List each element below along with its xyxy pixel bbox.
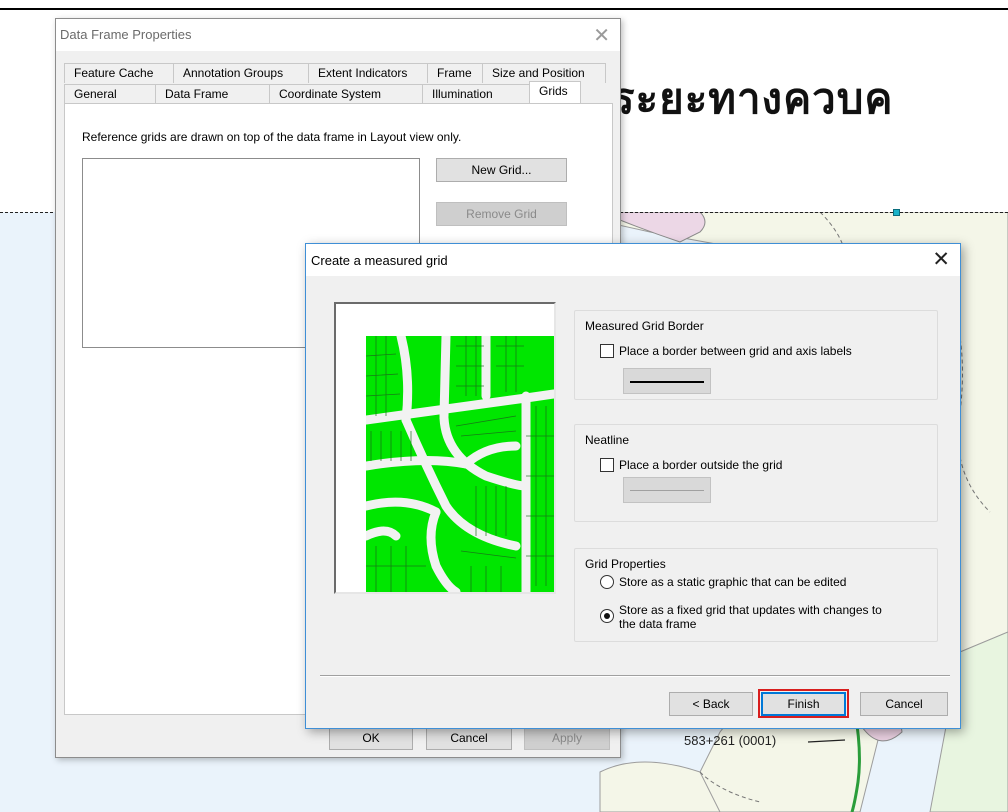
dialog-title: Create a measured grid: [311, 253, 448, 268]
tab-grids[interactable]: Grids: [529, 81, 581, 104]
grid-preview: [334, 302, 556, 594]
fixed-grid-label-line1: Store as a fixed grid that updates with …: [619, 603, 882, 617]
border-checkbox-label: Place a border between grid and axis lab…: [619, 344, 852, 358]
slide-top-rule: [0, 8, 1008, 10]
neatline-checkbox-label: Place a border outside the grid: [619, 458, 783, 472]
ok-button[interactable]: OK: [329, 726, 413, 750]
tab-illumination[interactable]: Illumination: [422, 84, 530, 104]
tab-data-frame[interactable]: Data Frame: [155, 84, 270, 104]
border-checkbox[interactable]: [600, 344, 614, 358]
tab-row-2: General Data Frame Coordinate System Ill…: [64, 81, 581, 104]
static-graphic-radio[interactable]: [600, 575, 614, 589]
footer-divider: [320, 675, 950, 677]
remove-grid-button[interactable]: Remove Grid: [436, 202, 567, 226]
tab-row-1: Feature Cache Annotation Groups Extent I…: [64, 63, 606, 83]
close-icon[interactable]: ✕: [932, 247, 950, 272]
neatline-checkbox[interactable]: [600, 458, 614, 472]
tab-annotation-groups[interactable]: Annotation Groups: [173, 63, 309, 83]
grids-description: Reference grids are drawn on top of the …: [82, 130, 462, 144]
new-grid-button[interactable]: New Grid...: [436, 158, 567, 182]
neatline-style-button[interactable]: [623, 477, 711, 503]
map-chainage-label: 583+261 (0001): [684, 733, 777, 748]
apply-button[interactable]: Apply: [524, 726, 610, 750]
finish-highlight-box: [758, 689, 849, 718]
close-icon[interactable]: ✕: [593, 23, 610, 48]
border-line-style-button[interactable]: [623, 368, 711, 394]
tab-coordinate-system[interactable]: Coordinate System: [269, 84, 423, 104]
dialog-titlebar[interactable]: Create a measured grid ✕: [306, 244, 960, 276]
cancel-button[interactable]: Cancel: [426, 726, 512, 750]
tab-frame[interactable]: Frame: [427, 63, 483, 83]
dialog-title: Data Frame Properties: [60, 27, 192, 42]
tab-general[interactable]: General: [64, 84, 156, 104]
tab-extent-indicators[interactable]: Extent Indicators: [308, 63, 428, 83]
fixed-grid-label-line2: the data frame: [619, 617, 697, 631]
tab-feature-cache[interactable]: Feature Cache: [64, 63, 174, 83]
create-measured-grid-dialog: Create a measured grid ✕ Measured Grid B…: [305, 243, 961, 729]
slide-title: ระยะทางควบค: [612, 74, 894, 123]
cancel-button[interactable]: Cancel: [860, 692, 948, 716]
neatline-group: Neatline Place a border outside the grid: [574, 424, 938, 522]
fixed-grid-radio[interactable]: [600, 609, 614, 623]
static-graphic-label: Store as a static graphic that can be ed…: [619, 575, 847, 589]
dialog-titlebar[interactable]: Data Frame Properties ✕: [56, 19, 620, 51]
measured-grid-border-group: Measured Grid Border Place a border betw…: [574, 310, 938, 400]
tab-size-and-position[interactable]: Size and Position: [482, 63, 606, 83]
preview-map-image: [366, 336, 554, 592]
grid-properties-group: Grid Properties Store as a static graphi…: [574, 548, 938, 642]
selection-handle[interactable]: [893, 209, 900, 216]
group-title: Grid Properties: [585, 557, 666, 571]
group-title: Neatline: [585, 433, 630, 447]
group-title: Measured Grid Border: [585, 319, 704, 333]
back-button[interactable]: < Back: [669, 692, 753, 716]
